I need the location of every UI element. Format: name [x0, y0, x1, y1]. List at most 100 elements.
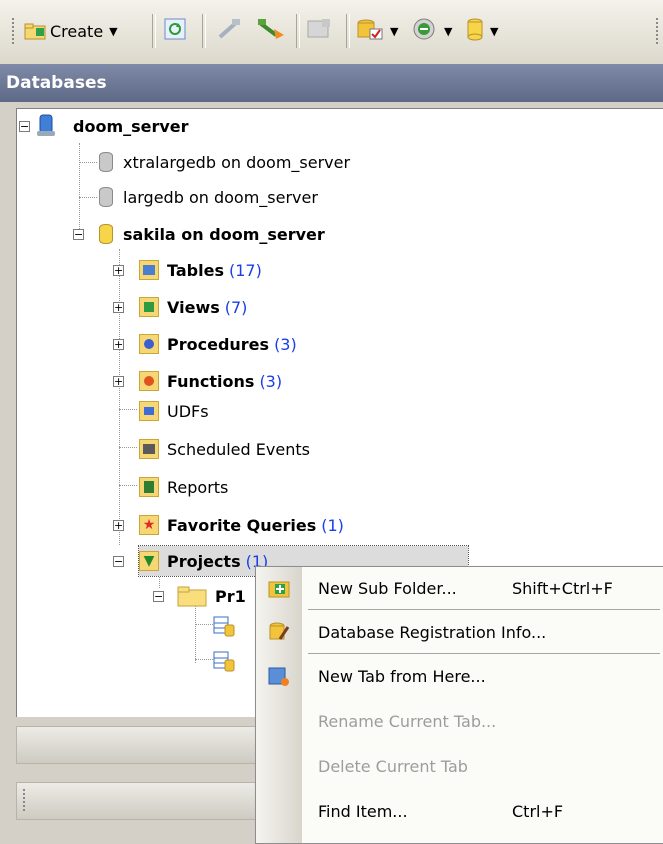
bottom-toolbar-bar[interactable]: [16, 782, 258, 820]
collapse-toggle[interactable]: −: [19, 121, 30, 132]
toolbar-separator: [346, 14, 350, 48]
tree-line: [79, 162, 97, 163]
menu-item-new-tab[interactable]: New Tab from Here...: [256, 657, 663, 695]
reports-icon: [139, 477, 159, 497]
navigation-globe-icon: [412, 17, 438, 45]
tree-node-procedures[interactable]: Procedures (3): [139, 329, 297, 359]
bottom-panel-bar[interactable]: [16, 726, 258, 764]
create-button[interactable]: Create ▼: [24, 14, 118, 48]
toolbar-separator: [152, 14, 156, 48]
expand-toggle[interactable]: +: [113, 376, 124, 387]
properties-button[interactable]: [306, 14, 334, 48]
collapse-toggle[interactable]: −: [73, 229, 84, 240]
tree-node-db[interactable]: xtralargedb on doom_server: [99, 147, 350, 177]
functions-folder-icon: [139, 371, 159, 391]
procedures-folder-icon: [139, 334, 159, 354]
calendar-icon: [139, 439, 159, 459]
tree-node-tables[interactable]: Tables (17): [139, 255, 262, 285]
tables-label: Tables: [167, 260, 224, 280]
tree-node-pr1[interactable]: Pr1: [177, 581, 246, 611]
database-inactive-icon: [99, 187, 113, 207]
tree-node-db-active[interactable]: sakila on doom_server: [99, 219, 325, 249]
table-db-icon: [213, 650, 235, 672]
disconnect-button[interactable]: [216, 14, 244, 48]
toolbar-grip-right[interactable]: [656, 18, 661, 44]
database-register-icon: [356, 17, 384, 45]
tree-node-table-item[interactable]: [213, 646, 235, 676]
toolbar-grip[interactable]: [12, 18, 17, 44]
menu-item-shortcut: Shift+Ctrl+F: [512, 578, 613, 598]
tree-line: [119, 447, 137, 448]
tree-line: [79, 143, 80, 237]
views-label: Views: [167, 297, 220, 317]
tables-folder-icon: [139, 260, 159, 280]
expand-toggle[interactable]: +: [113, 302, 124, 313]
menu-item-label: New Tab from Here...: [318, 666, 486, 686]
create-folder-icon: [24, 22, 46, 40]
navigation-button[interactable]: ▼: [412, 14, 452, 48]
folder-icon: [177, 585, 207, 607]
chevron-down-icon[interactable]: ▼: [444, 25, 452, 38]
menu-item-shortcut: Ctrl+F: [512, 801, 564, 821]
menu-item-new-sub-folder[interactable]: New Sub Folder... Shift+Ctrl+F: [256, 569, 663, 607]
db-label: xtralargedb on doom_server: [123, 152, 351, 172]
menu-item-find-item[interactable]: Find Item... Ctrl+F: [256, 792, 663, 830]
database-menu-button[interactable]: ▼: [466, 14, 498, 48]
tree-line: [195, 624, 213, 625]
register-db-button[interactable]: ▼: [356, 14, 398, 48]
chevron-down-icon[interactable]: ▼: [109, 25, 117, 38]
tables-count: (17): [228, 260, 262, 280]
tree-node-views[interactable]: Views (7): [139, 292, 247, 322]
chevron-down-icon[interactable]: ▼: [390, 25, 398, 38]
tree-node-functions[interactable]: Functions (3): [139, 366, 282, 396]
pr1-label: Pr1: [215, 586, 246, 606]
tree-line: [195, 603, 196, 663]
menu-item-rename-tab[interactable]: Rename Current Tab...: [256, 702, 663, 740]
collapse-toggle[interactable]: −: [113, 556, 124, 567]
new-tab-icon: [268, 665, 290, 687]
tree-node-scheduled-events[interactable]: Scheduled Events: [139, 434, 310, 464]
menu-separator: [308, 609, 660, 610]
tree-node-table-item[interactable]: [213, 611, 235, 641]
chevron-down-icon[interactable]: ▼: [490, 25, 498, 38]
expand-toggle[interactable]: +: [113, 339, 124, 350]
main-toolbar: Create ▼ ▼ ▼ ▼: [0, 0, 663, 65]
functions-count: (3): [259, 371, 283, 391]
db-label: largedb on doom_server: [123, 187, 318, 207]
favorites-star-icon: ★: [139, 515, 159, 535]
menu-item-db-registration-info[interactable]: Database Registration Info...: [256, 613, 663, 651]
tree-node-reports[interactable]: Reports: [139, 472, 228, 502]
tree-node-db[interactable]: largedb on doom_server: [99, 182, 318, 212]
views-count: (7): [224, 297, 248, 317]
tree-node-udfs[interactable]: UDFs: [139, 396, 209, 426]
tree-line: [119, 485, 137, 486]
expand-toggle[interactable]: +: [113, 265, 124, 276]
database-edit-icon: [268, 621, 290, 643]
favorites-label: Favorite Queries: [167, 515, 317, 535]
menu-item-label: Find Item...: [318, 801, 408, 821]
tree-line: [79, 197, 97, 198]
expand-toggle[interactable]: +: [113, 520, 124, 531]
connect-plug-icon: [256, 17, 286, 45]
udfs-label: UDFs: [167, 401, 209, 421]
menu-item-label: Database Registration Info...: [318, 622, 547, 642]
db-label: sakila on doom_server: [123, 224, 325, 244]
refresh-button[interactable]: [164, 14, 186, 48]
connect-button[interactable]: [256, 14, 286, 48]
new-folder-plus-icon: [268, 577, 290, 599]
menu-item-label: Rename Current Tab...: [318, 711, 497, 731]
tree-node-server[interactable]: doom_server: [35, 111, 189, 141]
properties-icon: [306, 17, 334, 45]
panel-title: Databases: [0, 64, 663, 102]
collapse-toggle[interactable]: −: [153, 591, 164, 602]
menu-item-delete-tab[interactable]: Delete Current Tab: [256, 747, 663, 785]
tree-node-favorite-queries[interactable]: ★ Favorite Queries (1): [139, 510, 344, 540]
toolbar-grip[interactable]: [23, 789, 28, 811]
menu-item-label: New Sub Folder...: [318, 578, 457, 598]
views-folder-icon: [139, 297, 159, 317]
database-inactive-icon: [99, 152, 113, 172]
toolbar-separator: [202, 14, 206, 48]
projects-filter-icon: ▼: [139, 551, 159, 571]
procedures-count: (3): [274, 334, 297, 354]
favorites-count: (1): [321, 515, 344, 535]
